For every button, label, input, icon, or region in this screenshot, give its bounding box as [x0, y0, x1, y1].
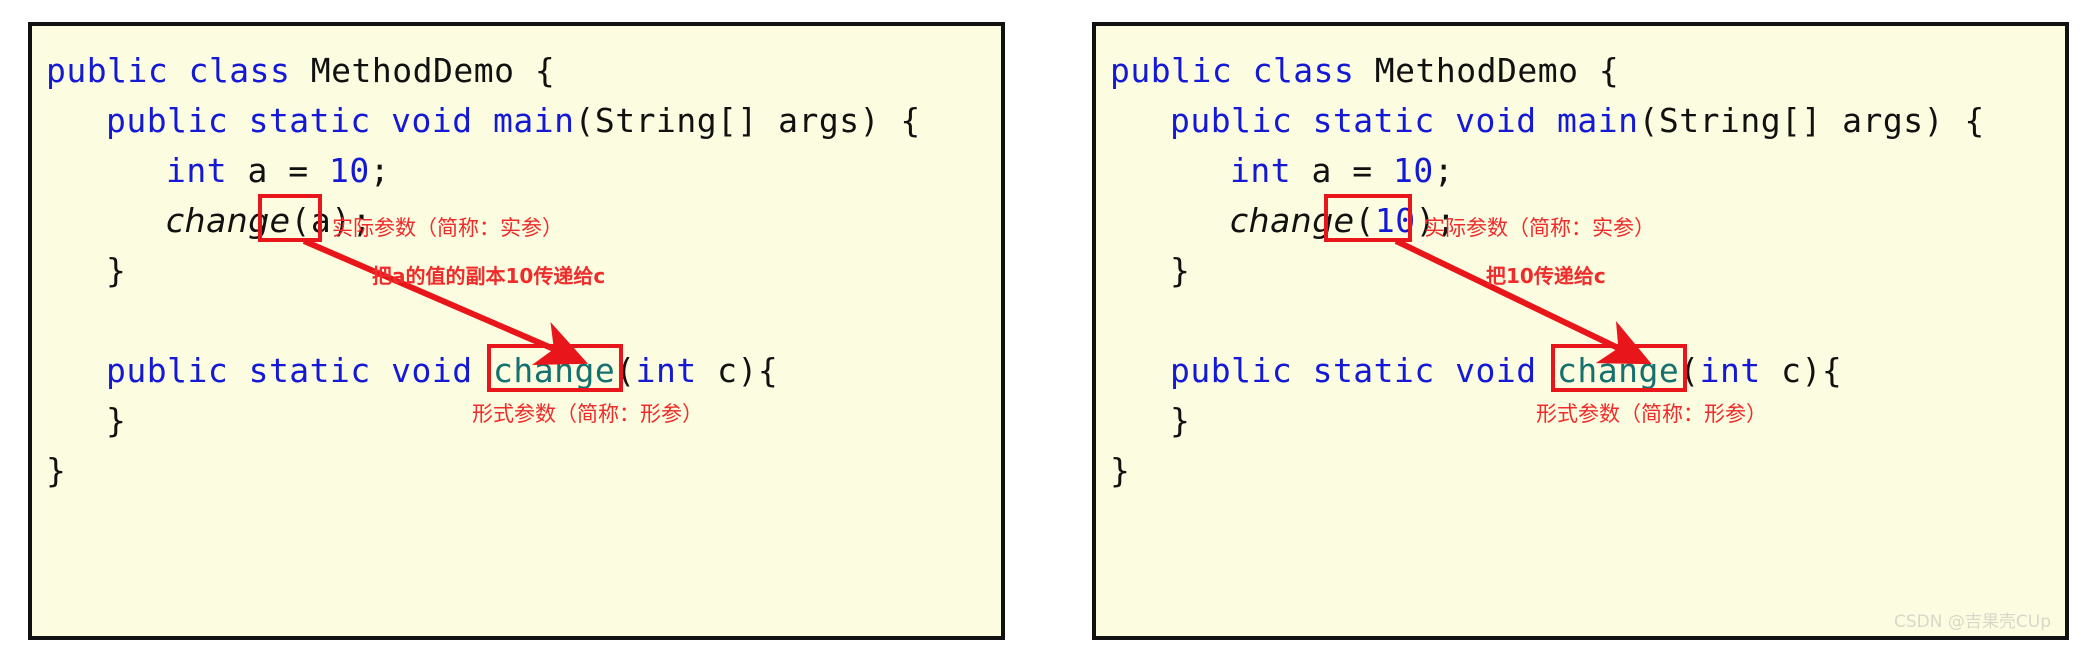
diagram-canvas: public class MethodDemo { public static …	[0, 0, 2100, 662]
code-panel-right: public class MethodDemo { public static …	[1092, 22, 2069, 640]
code-line-3: int a = 10;	[166, 154, 390, 187]
code-token-classname: MethodDemo {	[1374, 51, 1620, 90]
code-line-2: public static void main(String[] args) {	[1170, 104, 1985, 137]
code-token-keyword: public static void	[1170, 351, 1557, 390]
code-token-keyword: public class	[46, 51, 311, 90]
code-line-9: }	[1110, 454, 1130, 487]
code-line-2: public static void main(String[] args) {	[106, 104, 921, 137]
code-block-left: public class MethodDemo { public static …	[32, 26, 1001, 636]
code-token-semicolon: ;	[369, 151, 391, 190]
code-line-5: }	[1170, 254, 1190, 287]
code-line-5: }	[106, 254, 126, 287]
code-token-keyword: public static void	[1170, 101, 1557, 140]
code-line-3: int a = 10;	[1230, 154, 1454, 187]
actual-parameter-annotation: 实际参数（简称：实参）	[332, 216, 563, 240]
code-line-8: }	[1170, 404, 1190, 437]
formal-parameter-annotation: 形式参数（简称：形参）	[1536, 402, 1767, 426]
actual-argument-highlight-box	[258, 194, 322, 242]
code-token-brace-close: }	[106, 251, 127, 290]
code-token-literal-10: 10	[1392, 151, 1434, 190]
code-line-7: public static void change(int c){	[1170, 354, 1842, 387]
code-token-params: (String[] args) {	[1638, 101, 1985, 140]
code-token-brace-close: }	[46, 451, 67, 490]
arrow-note-annotation: 把a的值的副本10传递给c	[372, 264, 606, 288]
code-token-var-assign: a =	[1311, 151, 1393, 190]
code-token-brace-close: }	[1110, 451, 1131, 490]
code-block-right: public class MethodDemo { public static …	[1096, 26, 2065, 636]
code-line-7: public static void change(int c){	[106, 354, 778, 387]
code-line-1: public class MethodDemo {	[46, 54, 555, 87]
code-token-classname: MethodDemo {	[310, 51, 556, 90]
actual-argument-highlight-box	[1324, 194, 1412, 242]
code-token-type-int: int	[1230, 151, 1312, 190]
code-token-semicolon: ;	[1433, 151, 1455, 190]
code-token-literal-10: 10	[328, 151, 370, 190]
code-token-type-int: int	[166, 151, 248, 190]
code-token-var-assign: a =	[247, 151, 329, 190]
code-token-keyword: public static void	[106, 101, 493, 140]
formal-parameter-highlight-box	[1551, 344, 1687, 392]
code-token-method-main: main	[1557, 101, 1639, 140]
code-token-keyword: public class	[1110, 51, 1375, 90]
code-token-brace-close: }	[106, 401, 127, 440]
code-token-formal-param: c){	[717, 351, 779, 390]
formal-parameter-highlight-box	[487, 344, 623, 392]
code-line-8: }	[106, 404, 126, 437]
code-token-brace-close: }	[1170, 251, 1191, 290]
formal-parameter-annotation: 形式参数（简称：形参）	[472, 402, 703, 426]
actual-parameter-annotation: 实际参数（简称：实参）	[1424, 216, 1655, 240]
code-token-type-int: int	[635, 351, 718, 390]
code-line-1: public class MethodDemo {	[1110, 54, 1619, 87]
code-token-brace-close: }	[1170, 401, 1191, 440]
code-token-formal-param: c){	[1781, 351, 1843, 390]
code-token-type-int: int	[1699, 351, 1782, 390]
arrow-note-annotation: 把10传递给c	[1486, 264, 1606, 288]
code-line-9: }	[46, 454, 66, 487]
code-token-params: (String[] args) {	[574, 101, 921, 140]
code-token-method-main: main	[493, 101, 575, 140]
code-panel-left: public class MethodDemo { public static …	[28, 22, 1005, 640]
code-token-keyword: public static void	[106, 351, 493, 390]
watermark-text: CSDN @吉果壳CUp	[1894, 612, 2051, 632]
